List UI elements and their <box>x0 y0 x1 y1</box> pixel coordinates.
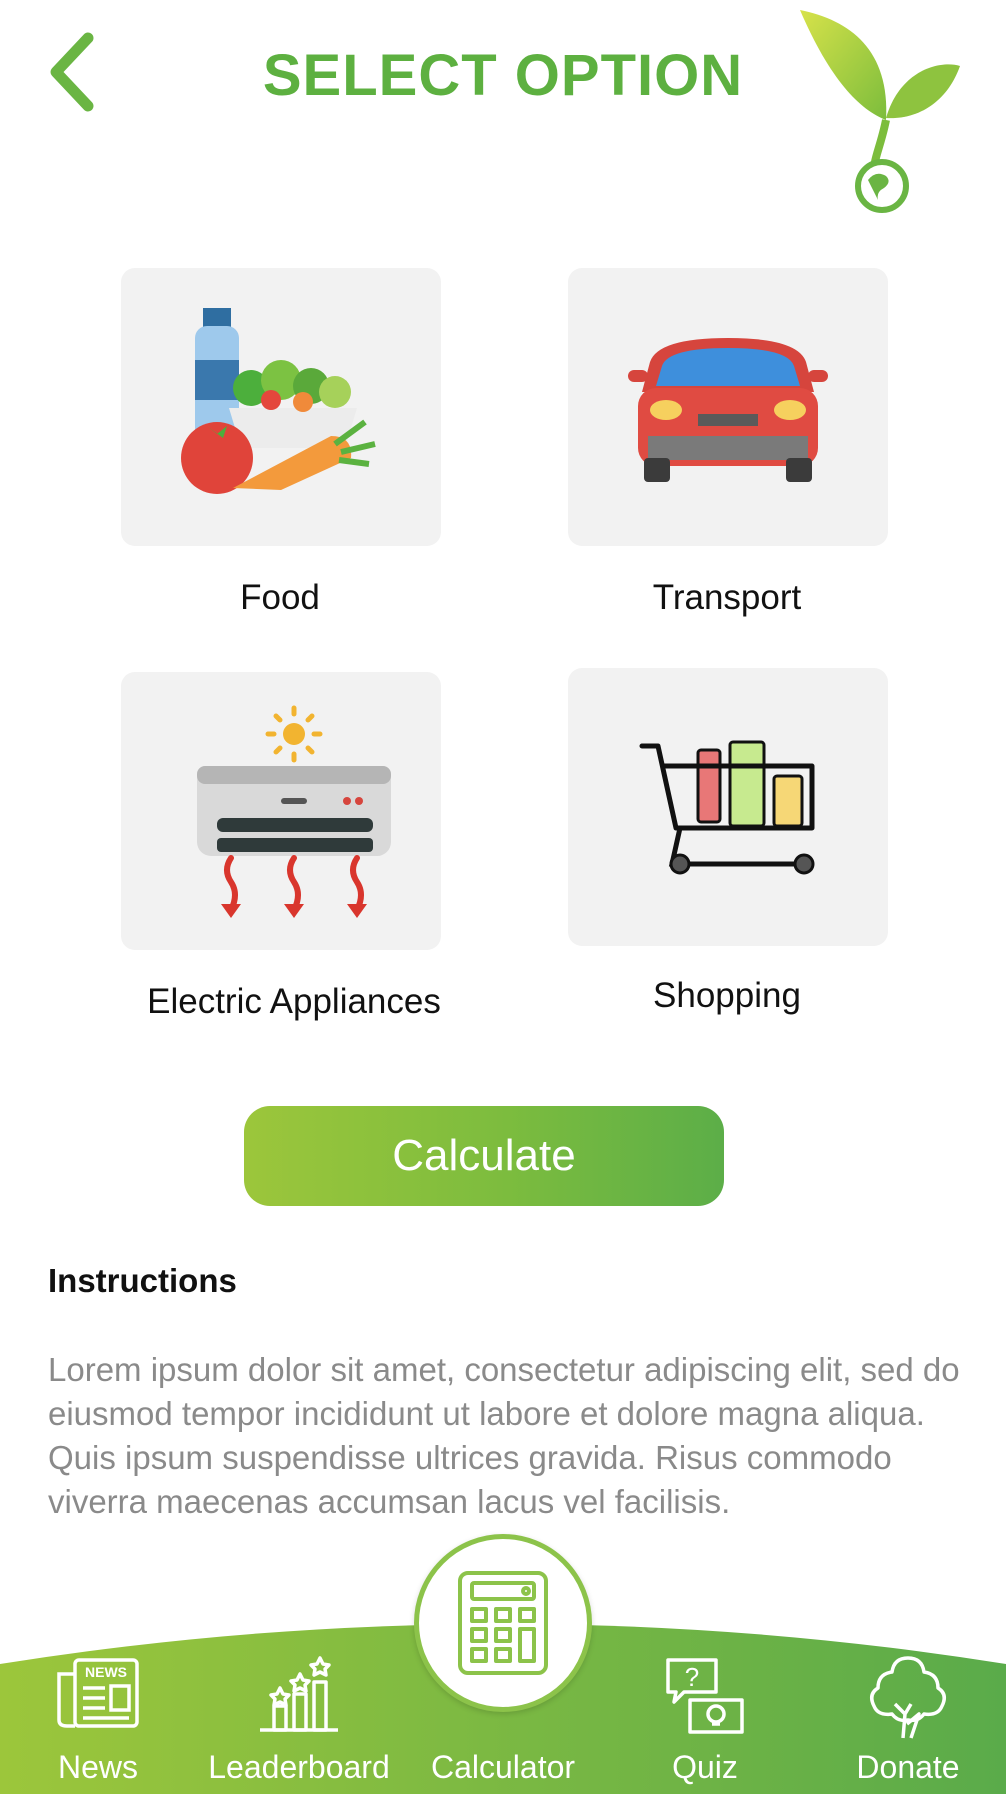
instructions-title: Instructions <box>48 1262 237 1299</box>
leaderboard-icon <box>260 1656 338 1732</box>
instructions-body: Lorem ipsum dolor sit amet, consectetur … <box>48 1351 960 1520</box>
option-label-shopping: Shopping <box>653 976 801 1015</box>
food-icon <box>181 308 376 494</box>
car-icon <box>628 338 828 482</box>
nav-label-leaderboard: Leaderboard <box>208 1749 390 1785</box>
header: SELECT OPTION <box>0 0 1006 220</box>
sprout-logo <box>800 10 960 213</box>
option-label-food: Food <box>240 578 320 617</box>
calculator-icon <box>458 1571 548 1675</box>
nav-label-calculator: Calculator <box>430 1749 576 1785</box>
calculate-button[interactable]: Calculate <box>244 1106 724 1206</box>
shopping-cart-icon <box>639 740 815 875</box>
air-conditioner-icon <box>197 705 391 918</box>
option-tile-shopping[interactable] <box>568 668 888 946</box>
nav-label-donate: Donate <box>856 1749 960 1785</box>
nav-label-news: News <box>57 1749 138 1785</box>
option-tile-transport[interactable] <box>568 268 888 546</box>
option-tile-electric-appliances[interactable] <box>121 672 441 950</box>
nav-item-news[interactable]: NEWS News <box>13 1654 183 1794</box>
option-tile-food[interactable] <box>121 268 441 546</box>
svg-text:?: ? <box>685 1662 699 1692</box>
tree-icon <box>870 1656 946 1739</box>
nav-item-donate[interactable]: Donate <box>823 1654 993 1794</box>
svg-text:NEWS: NEWS <box>85 1664 127 1680</box>
option-label-transport: Transport <box>652 578 802 617</box>
news-icon: NEWS <box>57 1658 139 1728</box>
option-label-electric-appliances: Electric Appliances <box>147 982 441 1021</box>
quiz-icon: ? <box>666 1658 744 1734</box>
calculator-fab[interactable] <box>414 1534 592 1712</box>
nav-item-leaderboard[interactable]: Leaderboard <box>208 1654 390 1794</box>
nav-label-quiz: Quiz <box>672 1749 738 1785</box>
nav-item-quiz[interactable]: ? Quiz <box>620 1654 790 1794</box>
